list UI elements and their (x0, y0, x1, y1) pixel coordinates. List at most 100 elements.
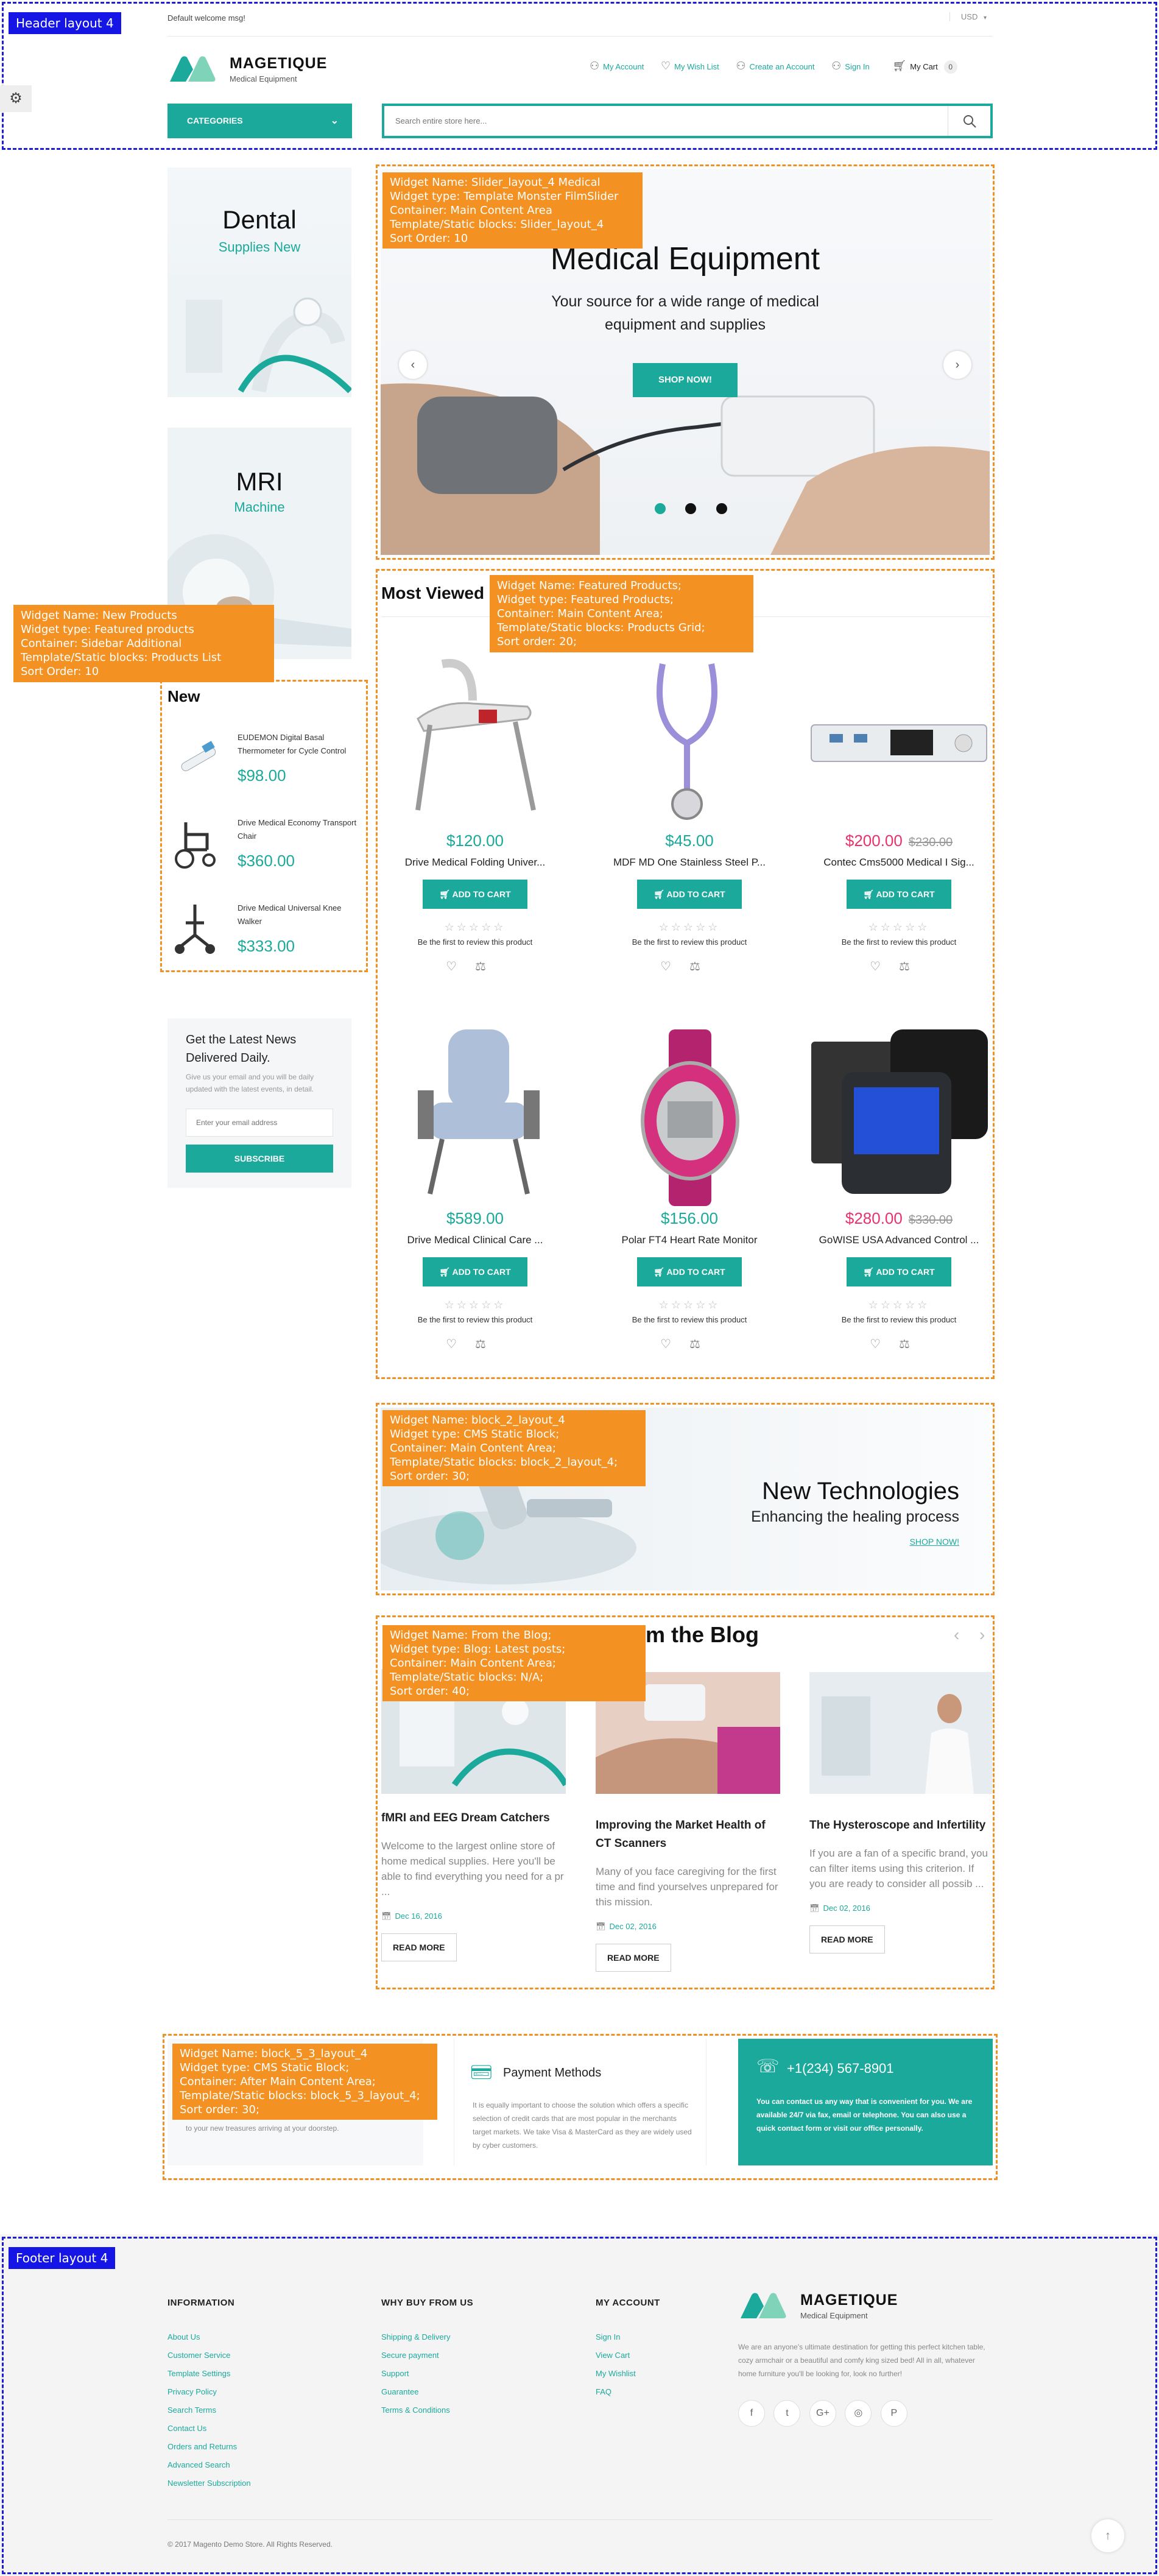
compare-icon[interactable]: ⚖ (899, 1338, 928, 1351)
footer-link[interactable]: Advanced Search (167, 2460, 251, 2469)
product-card[interactable]: $200.00 $230.00 Contec Cms5000 Medical I … (805, 652, 993, 974)
product-name[interactable]: Drive Medical Folding Univer... (381, 856, 569, 869)
search-input[interactable] (395, 112, 931, 130)
footer-divider (167, 2519, 993, 2520)
footer-link[interactable]: FAQ (596, 2387, 660, 2396)
heart-icon[interactable]: ♡ (660, 1338, 689, 1351)
read-more-button[interactable]: READ MORE (381, 1933, 457, 1961)
heart-icon[interactable]: ♡ (870, 1338, 899, 1351)
new-product-name[interactable]: EUDEMON Digital Basal Thermometer for Cy… (238, 731, 359, 758)
sign-in-link[interactable]: ⚇ Sign In (831, 60, 870, 72)
compare-icon[interactable]: ⚖ (689, 960, 719, 973)
compare-icon[interactable]: ⚖ (475, 1338, 504, 1351)
review-prompt[interactable]: Be the first to review this product (805, 1315, 993, 1324)
new-product-name[interactable]: Drive Medical Universal Knee Walker (238, 902, 359, 928)
add-to-cart-button[interactable]: 🛒︎ ADD TO CART (847, 1257, 951, 1286)
slider-next-button[interactable]: › (943, 351, 971, 379)
compare-icon[interactable]: ⚖ (689, 1338, 719, 1351)
review-prompt[interactable]: Be the first to review this product (805, 937, 993, 947)
slider-shop-now-button[interactable]: SHOP NOW! (633, 363, 738, 397)
blog-post-title[interactable]: The Hysteroscope and Infertility (809, 1816, 992, 1835)
footer-link[interactable]: Terms & Conditions (381, 2405, 473, 2415)
slider-dot[interactable] (685, 503, 697, 514)
logo[interactable]: MAGETIQUE Medical Equipment (167, 54, 350, 85)
footer-link[interactable]: Contact Us (167, 2424, 251, 2433)
product-card[interactable]: $156.00 Polar FT4 Heart Rate Monitor 🛒︎ … (596, 1029, 783, 1352)
add-to-cart-button[interactable]: 🛒︎ ADD TO CART (423, 1257, 527, 1286)
contact-phone[interactable]: +1(234) 567-8901 (787, 2061, 894, 2077)
footer-link[interactable]: Support (381, 2369, 473, 2378)
footer-link[interactable]: View Cart (596, 2351, 660, 2360)
slider-prev-button[interactable]: ‹ (399, 351, 427, 379)
compare-icon[interactable]: ⚖ (899, 960, 928, 973)
product-card[interactable]: $120.00 Drive Medical Folding Univer... … (381, 652, 569, 974)
footer-link[interactable]: About Us (167, 2332, 251, 2341)
settings-toggle[interactable]: ⚙ (0, 85, 32, 112)
new-product-item[interactable]: Drive Medical Universal Knee Walker $333… (167, 902, 362, 969)
currency-switcher[interactable]: USD ▾ (949, 12, 987, 21)
new-product-name[interactable]: Drive Medical Economy Transport Chair (238, 816, 359, 843)
new-product-item[interactable]: EUDEMON Digital Basal Thermometer for Cy… (167, 731, 362, 804)
product-card[interactable]: $280.00 $330.00 GoWISE USA Advanced Contr… (805, 1029, 993, 1352)
footer-link[interactable]: Template Settings (167, 2369, 251, 2378)
mini-cart[interactable]: 🛒︎ My Cart 0 (892, 60, 957, 74)
footer-link[interactable]: Privacy Policy (167, 2387, 251, 2396)
product-name[interactable]: Drive Medical Clinical Care ... (381, 1234, 569, 1246)
heart-icon[interactable]: ♡ (870, 960, 899, 973)
new-product-item[interactable]: Drive Medical Economy Transport Chair $3… (167, 816, 362, 889)
footer-link[interactable]: Orders and Returns (167, 2442, 251, 2451)
heart-icon[interactable]: ♡ (446, 960, 475, 973)
product-card[interactable]: $589.00 Drive Medical Clinical Care ... … (381, 1029, 569, 1352)
back-to-top-button[interactable]: ↑ (1091, 2519, 1124, 2552)
instagram-icon[interactable]: ◎ (845, 2400, 872, 2427)
search-button[interactable] (948, 106, 990, 136)
slider-dot[interactable] (716, 503, 727, 514)
categories-button[interactable]: CATEGORIES ⌄ (167, 104, 352, 138)
footer-link[interactable]: Newsletter Subscription (167, 2479, 251, 2488)
google-plus-icon[interactable]: G+ (809, 2400, 836, 2427)
product-name[interactable]: Polar FT4 Heart Rate Monitor (596, 1234, 783, 1246)
product-price: $280.00 (845, 1209, 903, 1227)
review-prompt[interactable]: Be the first to review this product (381, 1315, 569, 1324)
add-to-cart-button[interactable]: 🛒︎ ADD TO CART (423, 880, 527, 909)
blog-prev-button[interactable]: ‹ (954, 1625, 959, 1645)
review-prompt[interactable]: Be the first to review this product (381, 937, 569, 947)
compare-icon[interactable]: ⚖ (475, 960, 504, 973)
footer-link[interactable]: Shipping & Delivery (381, 2332, 473, 2341)
dental-banner[interactable]: Dental Supplies New (167, 168, 351, 397)
add-to-cart-button[interactable]: 🛒︎ ADD TO CART (847, 880, 951, 909)
blog-post-title[interactable]: fMRI and EEG Dream Catchers (381, 1809, 566, 1827)
my-wishlist-link[interactable]: ♡ My Wish List (661, 60, 719, 72)
footer-link[interactable]: Secure payment (381, 2351, 473, 2360)
subscribe-button[interactable]: SUBSCRIBE (186, 1145, 333, 1173)
newsletter-email-input[interactable] (186, 1109, 333, 1137)
product-name[interactable]: GoWISE USA Advanced Control ... (805, 1234, 993, 1246)
add-to-cart-button[interactable]: 🛒︎ ADD TO CART (637, 880, 742, 909)
heart-icon[interactable]: ♡ (446, 1338, 475, 1351)
pinterest-icon[interactable]: P (880, 2400, 907, 2427)
create-account-link[interactable]: ⚇ Create an Account (736, 60, 814, 72)
my-account-link[interactable]: ⚇ My Account (590, 60, 644, 72)
read-more-button[interactable]: READ MORE (809, 1925, 885, 1953)
product-name[interactable]: Contec Cms5000 Medical I Sig... (805, 856, 993, 869)
blog-post-title[interactable]: Improving the Market Health of CT Scanne… (596, 1816, 780, 1853)
product-card[interactable]: $45.00 MDF MD One Stainless Steel P... 🛒… (596, 652, 783, 974)
product-name[interactable]: MDF MD One Stainless Steel P... (596, 856, 783, 869)
facebook-icon[interactable]: f (738, 2400, 765, 2427)
footer-link[interactable]: Sign In (596, 2332, 660, 2341)
footer-link[interactable]: Guarantee (381, 2387, 473, 2396)
footer-link[interactable]: My Wishlist (596, 2369, 660, 2378)
rating-stars: ☆☆☆☆☆ (444, 921, 506, 933)
review-prompt[interactable]: Be the first to review this product (596, 937, 783, 947)
blog-next-button[interactable]: › (979, 1625, 985, 1645)
heart-icon[interactable]: ♡ (660, 960, 689, 973)
review-prompt[interactable]: Be the first to review this product (596, 1315, 783, 1324)
footer-link[interactable]: Search Terms (167, 2405, 251, 2415)
slider-dot-active[interactable] (655, 503, 666, 514)
add-to-cart-button[interactable]: 🛒︎ ADD TO CART (637, 1257, 742, 1286)
read-more-button[interactable]: READ MORE (596, 1944, 671, 1972)
twitter-icon[interactable]: t (773, 2400, 801, 2427)
blog-post-excerpt: Many of you face caregiving for the firs… (596, 1866, 778, 1908)
footer-link[interactable]: Customer Service (167, 2351, 251, 2360)
new-technologies-shop-link[interactable]: SHOP NOW! (910, 1537, 959, 1547)
